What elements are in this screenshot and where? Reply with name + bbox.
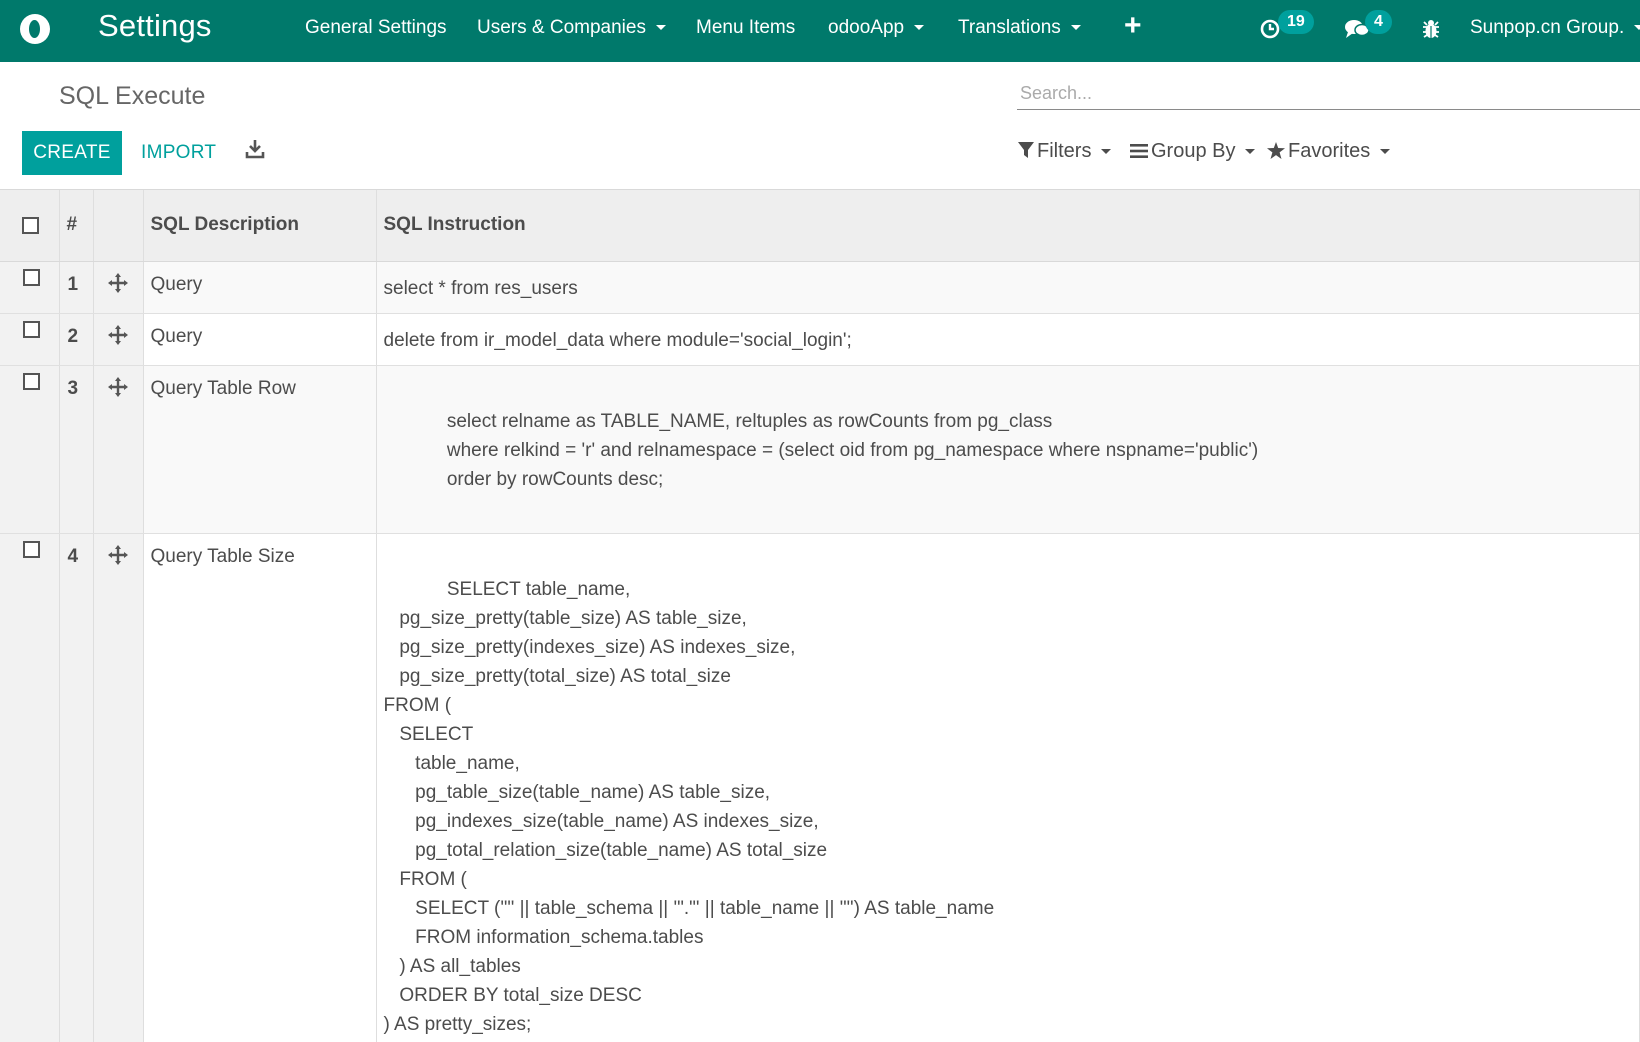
menu-translations-label: Translations [958, 17, 1061, 38]
chevron-down-icon [1634, 25, 1640, 31]
plus-icon[interactable]: + [1124, 9, 1142, 43]
favorites-label: Favorites [1288, 140, 1371, 162]
create-button[interactable]: CREATE [22, 131, 122, 175]
menu-odooapp-label: odooApp [828, 17, 905, 38]
list-view: # SQL Description SQL Instruction 1 Quer… [0, 189, 1640, 1042]
chevron-down-icon [1380, 149, 1391, 155]
menu-general-settings[interactable]: General Settings [305, 17, 447, 39]
row-checkbox[interactable] [23, 372, 40, 390]
star-icon [1267, 142, 1285, 159]
row-number: 2 [59, 313, 94, 366]
row-handle-cell [93, 365, 144, 534]
column-header-instruction[interactable]: SQL Instruction [376, 190, 1640, 262]
row-select-cell [0, 365, 60, 534]
filters-dropdown[interactable]: Filters [1018, 140, 1112, 163]
chevron-down-icon [1070, 25, 1081, 31]
chevron-down-icon [914, 25, 925, 31]
search-input[interactable] [1017, 78, 1640, 110]
row-checkbox[interactable] [23, 540, 40, 558]
favorites-dropdown[interactable]: Favorites [1267, 140, 1391, 163]
chevron-down-icon [1245, 149, 1256, 155]
app-title: Settings [98, 8, 212, 43]
download-button[interactable] [245, 139, 265, 164]
messages-count-badge: 4 [1365, 10, 1392, 34]
row-instruction: delete from ir_model_data where module='… [376, 313, 1640, 366]
download-icon [245, 140, 265, 159]
group-by-dropdown[interactable]: Group By [1130, 140, 1256, 163]
move-handle-icon[interactable] [107, 324, 129, 346]
odoo-logo-icon[interactable] [20, 14, 50, 44]
row-instruction-text: select relname as TABLE_NAME, reltuples … [446, 410, 1259, 490]
menu-general-settings-label: General Settings [305, 17, 447, 38]
row-number: 3 [59, 365, 94, 534]
menu-odooapp[interactable]: odooApp [828, 17, 925, 39]
list-icon [1130, 144, 1148, 158]
row-description: Query Table Size [143, 533, 377, 1042]
group-by-label: Group By [1151, 140, 1236, 162]
debug-button[interactable] [1420, 18, 1442, 45]
row-number: 1 [59, 261, 94, 314]
filters-label: Filters [1037, 140, 1092, 162]
row-checkbox[interactable] [23, 320, 40, 338]
row-instruction: select relname as TABLE_NAME, reltuples … [376, 365, 1640, 534]
column-header-description[interactable]: SQL Description [143, 190, 377, 262]
table-row[interactable]: 4 Query Table Size SELECT table_name, pg… [0, 533, 1640, 1042]
company-name: Sunpop.cn Group. [1470, 17, 1625, 38]
table-row[interactable]: 2 Query delete from ir_model_data where … [0, 313, 1640, 366]
row-handle-cell [93, 261, 144, 314]
table-row[interactable]: 3 Query Table Row select relname as TABL… [0, 365, 1640, 534]
column-header-number[interactable]: # [59, 190, 94, 262]
row-description: Query Table Row [143, 365, 377, 534]
menu-users-companies[interactable]: Users & Companies [477, 17, 666, 39]
row-description: Query [143, 261, 377, 314]
menu-menu-items-label: Menu Items [696, 17, 796, 38]
row-instruction-text: delete from ir_model_data where module='… [383, 329, 852, 351]
row-description: Query [143, 313, 377, 366]
row-select-cell [0, 261, 60, 314]
chevron-down-icon [655, 25, 666, 31]
bug-icon [1423, 20, 1439, 38]
select-all-checkbox[interactable] [22, 216, 39, 234]
row-instruction-text: select * from res_users [383, 277, 578, 299]
move-handle-icon[interactable] [107, 544, 129, 566]
import-button[interactable]: IMPORT [141, 131, 216, 175]
breadcrumb[interactable]: SQL Execute [59, 82, 205, 111]
move-handle-icon[interactable] [107, 376, 129, 398]
filter-icon [1018, 142, 1034, 158]
activity-count-badge: 19 [1278, 10, 1314, 34]
row-checkbox[interactable] [23, 268, 40, 286]
select-all-cell [0, 190, 60, 262]
table-row[interactable]: 1 Query select * from res_users [0, 261, 1640, 314]
row-instruction: select * from res_users [376, 261, 1640, 314]
column-header-handle [93, 190, 144, 262]
menu-users-companies-label: Users & Companies [477, 17, 646, 38]
chevron-down-icon [1101, 149, 1112, 155]
row-instruction-text: SELECT table_name, pg_size_pretty(table_… [383, 578, 995, 1035]
row-handle-cell [93, 533, 144, 1042]
move-handle-icon[interactable] [107, 272, 129, 294]
menu-menu-items[interactable]: Menu Items [696, 17, 795, 39]
row-number: 4 [59, 533, 94, 1042]
row-instruction: SELECT table_name, pg_size_pretty(table_… [376, 533, 1640, 1042]
row-select-cell [0, 533, 60, 1042]
company-switcher[interactable]: Sunpop.cn Group. [1470, 17, 1640, 39]
sql-table: # SQL Description SQL Instruction 1 Quer… [0, 190, 1640, 1042]
row-handle-cell [93, 313, 144, 366]
top-navbar: Settings General Settings Users & Compan… [0, 0, 1640, 62]
row-select-cell [0, 313, 60, 366]
menu-translations[interactable]: Translations [958, 17, 1081, 39]
table-header: # SQL Description SQL Instruction [0, 190, 1640, 262]
